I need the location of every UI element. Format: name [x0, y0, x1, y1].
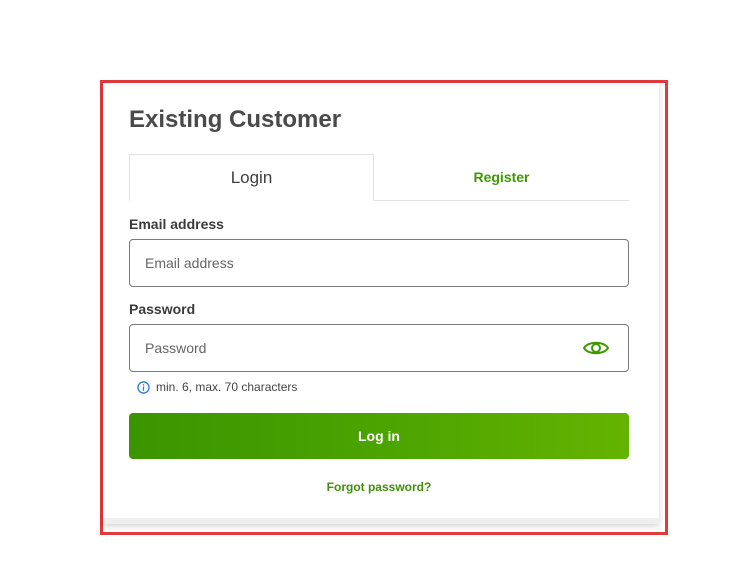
password-hint-text: min. 6, max. 70 characters: [156, 380, 298, 394]
email-field[interactable]: [145, 240, 565, 286]
card-bottom-shade: [103, 518, 659, 524]
password-field[interactable]: [145, 325, 565, 371]
login-card: Existing Customer Login Register Email a…: [103, 83, 659, 524]
auth-tabs: Login Register: [129, 154, 629, 201]
login-button[interactable]: Log in: [129, 413, 629, 459]
eye-icon: [582, 341, 610, 355]
email-field-box: [129, 239, 629, 287]
tab-register[interactable]: Register: [374, 154, 629, 200]
page-title: Existing Customer: [129, 106, 342, 133]
show-password-toggle[interactable]: [582, 337, 610, 359]
password-field-box: [129, 324, 629, 372]
forgot-password-link[interactable]: Forgot password?: [129, 480, 629, 494]
info-icon: [137, 380, 150, 394]
email-label: Email address: [129, 216, 224, 232]
tab-login[interactable]: Login: [129, 154, 374, 201]
password-hint: min. 6, max. 70 characters: [137, 380, 297, 394]
password-label: Password: [129, 301, 196, 317]
